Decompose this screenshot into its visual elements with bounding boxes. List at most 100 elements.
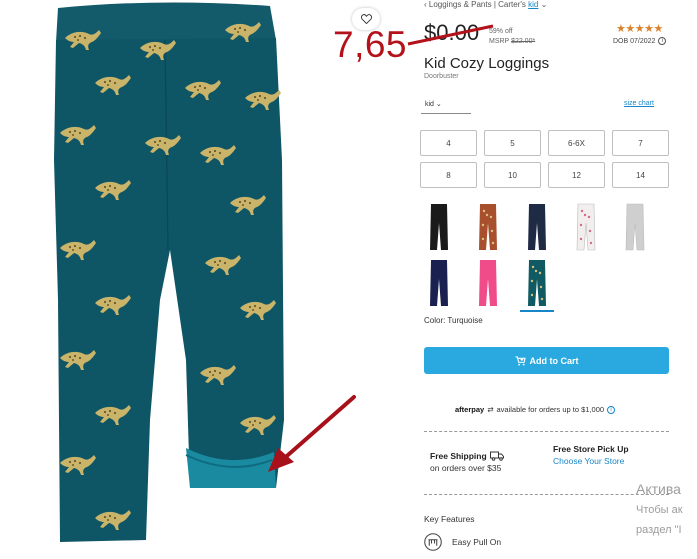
swatch-turquoise-print[interactable] (520, 259, 554, 312)
windows-activation-line2: раздел "I (636, 524, 682, 536)
breadcrumb-separator: | (493, 0, 496, 9)
breadcrumb-brand[interactable]: Carter's (498, 0, 526, 9)
add-to-cart-label: Add to Cart (529, 355, 579, 366)
dob-label: DOB 07/2022 i (613, 37, 667, 45)
annotation-new-price: 7,65 (333, 24, 408, 65)
product-title: Kid Cozy Loggings (424, 55, 550, 72)
chevron-down-icon[interactable]: ⌄ (541, 0, 548, 9)
feature-label: Easy Pull On (452, 537, 502, 547)
swatch-shape (528, 260, 546, 306)
leggings-thumb (430, 260, 448, 306)
swatch-shape (430, 204, 448, 250)
free-shipping-subtitle: on orders over $35 (430, 463, 502, 473)
swatch-print-dot (490, 229, 494, 233)
swatch-shape (528, 204, 546, 250)
afterpay-arrows-icon: ⇄ (487, 405, 494, 414)
size-option[interactable]: 10 (484, 162, 541, 188)
selected-color-label: Color: Turquoise (424, 316, 483, 325)
rating-stars[interactable]: ★★★★★ (616, 22, 663, 35)
msrp-line: MSRP $22.00* (489, 37, 535, 47)
leggings-thumb (528, 204, 546, 250)
discount-info: 59% off MSRP $22.00* (489, 27, 535, 47)
cart-icon (515, 355, 526, 366)
size-option[interactable]: 7 (612, 130, 669, 156)
product-subtitle: Doorbuster (424, 73, 459, 80)
swatch-print-dot (530, 279, 534, 283)
size-option[interactable]: 5 (484, 130, 541, 156)
breadcrumb: ‹ Loggings & Pants | Carter's kid ⌄ (424, 0, 547, 9)
leggings-illustration (54, 2, 284, 542)
swatch-print-dot (489, 215, 493, 219)
swatch-gray[interactable] (620, 203, 650, 251)
swatch-print-dot (491, 241, 495, 245)
feature-item: Easy Pull On (424, 533, 501, 551)
swatch-print-dot (539, 285, 543, 289)
free-shipping-title: Free Shipping (430, 451, 487, 461)
windows-activation-line1: Чтобы ак (636, 504, 683, 516)
swatch-pink[interactable] (473, 259, 503, 307)
swatch-shape (625, 203, 645, 251)
size-options: 4 5 6-6X 7 8 10 12 14 (420, 130, 669, 188)
swatch-print-dot (583, 213, 587, 217)
free-pickup-title: Free Store Pick Up (553, 444, 629, 454)
swatch-shape (576, 203, 596, 251)
key-features-heading: Key Features (424, 514, 475, 524)
divider (424, 431, 669, 432)
info-icon[interactable]: i (607, 405, 616, 414)
breadcrumb-category[interactable]: Loggings & Pants (429, 0, 492, 9)
swatch-white-print[interactable] (571, 203, 601, 251)
swatch-brown-print[interactable] (473, 203, 503, 251)
windows-activation-title: Актива (636, 481, 681, 497)
color-swatches (424, 203, 674, 312)
afterpay-text: available for orders up to $1,000 (496, 405, 605, 414)
chevron-down-icon: ⌄ (435, 101, 442, 108)
size-option[interactable]: 4 (420, 130, 477, 156)
free-shipping-title-row: Free Shipping (430, 450, 504, 462)
afterpay-banner: afterpay ⇄ available for orders up to $1… (455, 405, 616, 414)
swatch-print-dot (538, 271, 542, 275)
product-image (0, 0, 410, 559)
swatch-print-dot (587, 215, 591, 219)
swatch-print-dot (588, 229, 592, 233)
swatch-print-dot (540, 297, 544, 301)
leggings-thumb (430, 204, 448, 250)
breadcrumb-gender[interactable]: kid (528, 0, 538, 9)
size-range-select[interactable]: kid ⌄ (421, 98, 471, 114)
price-current: $0.00 (424, 20, 480, 45)
free-shipping: Free Shipping on orders over $35 (430, 450, 504, 474)
swatch-shape (430, 260, 448, 306)
swatch-navy[interactable] (522, 203, 552, 251)
divider (424, 494, 669, 495)
info-icon[interactable]: i (658, 37, 667, 45)
swatch-black[interactable] (424, 203, 454, 251)
swatch-navy-dark[interactable] (424, 259, 454, 307)
dob-text: DOB 07/2022 (613, 37, 656, 45)
msrp-value: $22.00* (511, 38, 536, 45)
swatch-print-dot (534, 269, 538, 273)
size-option[interactable]: 14 (612, 162, 669, 188)
size-option[interactable]: 8 (420, 162, 477, 188)
leggings-thumb (479, 260, 497, 306)
swatch-print-dot (531, 265, 535, 269)
add-to-cart-button[interactable]: Add to Cart (424, 347, 669, 374)
swatch-print-dot (482, 209, 486, 213)
size-option[interactable]: 6-6X (548, 130, 605, 156)
size-range-value: kid (425, 101, 434, 108)
size-option[interactable]: 12 (548, 162, 605, 188)
swatch-shape (479, 260, 497, 306)
discount-percent: 59% off (489, 28, 513, 35)
swatch-print-dot (589, 241, 593, 245)
swatch-print-dot (481, 237, 485, 241)
leggings-thumb (479, 204, 497, 250)
leggings-thumb (528, 260, 546, 306)
easy-pull-on-icon (424, 533, 442, 551)
afterpay-logo: afterpay (455, 405, 485, 414)
msrp-label: MSRP (489, 38, 510, 45)
swatch-print-dot (579, 223, 583, 227)
choose-store-link[interactable]: Choose Your Store (553, 455, 629, 467)
leggings-thumb (625, 203, 645, 251)
heart-icon (360, 14, 372, 24)
swatch-print-dot (530, 293, 534, 297)
size-chart-link[interactable]: size chart (624, 100, 654, 107)
leggings-thumb (576, 203, 596, 251)
